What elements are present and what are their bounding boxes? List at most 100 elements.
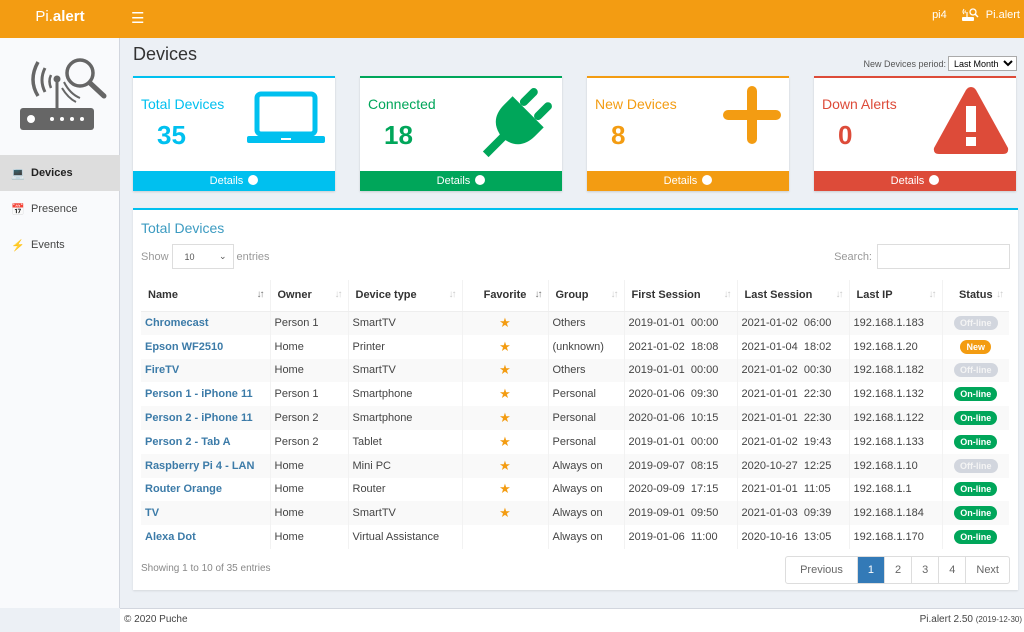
- search-input[interactable]: [877, 244, 1010, 269]
- table-row[interactable]: Alexa Dot Home Virtual Assistance Always on…: [141, 525, 1009, 549]
- table-row[interactable]: TV Home SmartTV ★ Always on 2019-09-01 09:50 2…: [141, 501, 1009, 526]
- status-cell: Off-line: [941, 311, 1009, 335]
- chevron-down-icon: ⌄: [218, 251, 227, 261]
- group-cell: Always on: [547, 477, 624, 502]
- column-header-device-type[interactable]: Device type ↓↑: [347, 280, 462, 312]
- last-cell: 2021-01-03 09:39: [736, 501, 849, 526]
- device-name-link[interactable]: TV: [141, 501, 270, 526]
- sort-icon: ↓↑: [996, 289, 1004, 300]
- table-row[interactable]: Person 2 - iPhone 11 Person 2 Smartphone ★ P…: [141, 406, 1009, 430]
- stat-value: 35: [157, 120, 186, 150]
- last-cell: 2021-01-04 18:02: [736, 334, 849, 359]
- device-name-link[interactable]: Raspberry Pi 4 - LAN: [141, 453, 270, 478]
- sort-icon: ↓↑: [723, 289, 732, 300]
- star-icon: ★: [499, 338, 511, 354]
- type-cell: Mini PC: [347, 453, 462, 478]
- status-badge: Off-line: [954, 458, 998, 473]
- version: Pi.alert 2.50: [919, 614, 973, 625]
- page-length-control: Show 10 ⌄ entries: [141, 244, 270, 269]
- status-badge: Off-line: [954, 363, 998, 378]
- device-name-link[interactable]: Chromecast: [141, 311, 270, 335]
- devices-table: Name ↓↑ Owner ↓↑ Device type ↓↑ Favorite ↓↑ Grou…: [141, 280, 1009, 549]
- type-cell: Tablet: [347, 429, 462, 454]
- page-button-4[interactable]: 4: [938, 557, 965, 583]
- table-row[interactable]: Raspberry Pi 4 - LAN Home Mini PC ★ Always o…: [141, 453, 1009, 478]
- table-row[interactable]: Chromecast Person 1 SmartTV ★ Others 2019-01-…: [141, 311, 1009, 335]
- owner-cell: Person 1: [269, 311, 348, 335]
- stat-box-connected: Connected 18 Details: [360, 76, 562, 191]
- device-name-link[interactable]: Person 1 - iPhone 11: [141, 382, 270, 406]
- group-cell: Always on: [547, 525, 624, 549]
- column-label: First Session: [631, 289, 701, 302]
- router-search-icon: [961, 8, 979, 21]
- star-icon: ★: [499, 410, 511, 426]
- favorite-cell: ★: [461, 429, 548, 454]
- column-header-name[interactable]: Name ↓↑: [141, 280, 270, 312]
- column-header-status[interactable]: Status ↓↑: [941, 280, 1009, 312]
- plug-icon: [474, 88, 554, 167]
- next-page-button[interactable]: Next: [965, 557, 1009, 583]
- status-cell: On-line: [941, 477, 1009, 502]
- details-button[interactable]: Details: [814, 171, 1016, 191]
- device-name-link[interactable]: Person 2 - Tab A: [141, 430, 270, 454]
- page-button-2[interactable]: 2: [884, 557, 911, 583]
- table-row[interactable]: Person 2 - Tab A Person 2 Tablet ★ Personal 2…: [141, 429, 1009, 454]
- first-cell: 2020-01-06 09:30: [623, 382, 737, 407]
- sidebar-item-label: Presence: [31, 203, 78, 215]
- first-cell: 2019-01-06 11:00: [623, 525, 737, 549]
- column-header-first-session[interactable]: First Session ↓↑: [623, 280, 737, 312]
- host-label[interactable]: pi4: [932, 9, 947, 21]
- device-name-link[interactable]: FireTV: [141, 358, 270, 383]
- page-length-value: 10: [184, 251, 195, 262]
- sidebar-item-events[interactable]: ⚡ Events: [0, 227, 120, 263]
- page-button-3[interactable]: 3: [911, 557, 938, 583]
- app-logo[interactable]: Pi.alert: [0, 0, 120, 38]
- type-cell: SmartTV: [347, 311, 462, 335]
- page-length-select[interactable]: 10 ⌄: [171, 244, 234, 269]
- sidebar-item-devices[interactable]: 💻 Devices: [0, 155, 120, 191]
- type-cell: Smartphone: [347, 382, 462, 407]
- devices-table-box: Total Devices Show 10 ⌄ entries Search: N…: [133, 208, 1018, 590]
- details-button[interactable]: Details: [133, 171, 335, 191]
- star-icon: ★: [499, 505, 511, 521]
- first-cell: 2019-09-07 08:15: [623, 453, 737, 478]
- first-cell: 2019-01-01 00:00: [623, 358, 737, 383]
- details-button[interactable]: Details: [587, 171, 789, 191]
- type-cell: Router: [347, 477, 462, 502]
- last-cell: 2021-01-01 22:30: [736, 406, 849, 430]
- period-select[interactable]: Last Month: [948, 56, 1017, 71]
- previous-page-button[interactable]: Previous: [786, 557, 857, 583]
- sidebar-item-presence[interactable]: 📅 Presence: [0, 191, 120, 227]
- device-name-link[interactable]: Router Orange: [141, 478, 270, 502]
- logo-light-text: Pi.: [35, 8, 53, 25]
- column-header-favorite[interactable]: Favorite ↓↑: [461, 280, 548, 312]
- device-name-link[interactable]: Person 2 - iPhone 11: [141, 406, 270, 430]
- owner-cell: Person 2: [269, 429, 348, 454]
- table-row[interactable]: Person 1 - iPhone 11 Person 1 Smartphone ★ P…: [141, 382, 1009, 407]
- table-row[interactable]: FireTV Home SmartTV ★ Others 2019-01-01 00:00…: [141, 358, 1009, 383]
- stat-value: 8: [611, 120, 626, 150]
- details-button[interactable]: Details: [360, 171, 562, 191]
- hamburger-icon[interactable]: ☰: [131, 9, 144, 27]
- page-button-1[interactable]: 1: [856, 557, 884, 583]
- user-menu[interactable]: Pi.alert: [961, 8, 1020, 22]
- column-header-last-ip[interactable]: Last IP ↓↑: [848, 280, 942, 312]
- device-name-link[interactable]: Epson WF2510: [141, 335, 270, 359]
- owner-cell: Home: [269, 453, 348, 478]
- column-header-last-session[interactable]: Last Session ↓↑: [736, 280, 849, 312]
- star-icon: ★: [499, 362, 511, 378]
- column-header-owner[interactable]: Owner ↓↑: [269, 280, 348, 312]
- ip-cell: 192.168.1.170: [848, 525, 942, 549]
- favorite-cell: ★: [461, 358, 548, 383]
- table-row[interactable]: Epson WF2510 Home Printer ★ (unknown) 2021-01…: [141, 334, 1009, 359]
- first-cell: 2020-01-06 10:15: [623, 406, 737, 430]
- table-row[interactable]: Router Orange Home Router ★ Always on 2020-09…: [141, 477, 1009, 502]
- column-label: Group: [555, 289, 589, 302]
- device-name-link[interactable]: Alexa Dot: [141, 525, 270, 549]
- column-header-group[interactable]: Group ↓↑: [547, 280, 624, 312]
- sidebar-item-label: Devices: [31, 167, 73, 179]
- main-content: Devices New Devices period: Last Month T…: [121, 38, 1024, 608]
- nav-right: pi4 Pi.alert: [932, 0, 1020, 30]
- pagination: Previous 1 2 3 4 Next: [785, 556, 1010, 584]
- copyright: © 2020 Puche: [124, 614, 188, 625]
